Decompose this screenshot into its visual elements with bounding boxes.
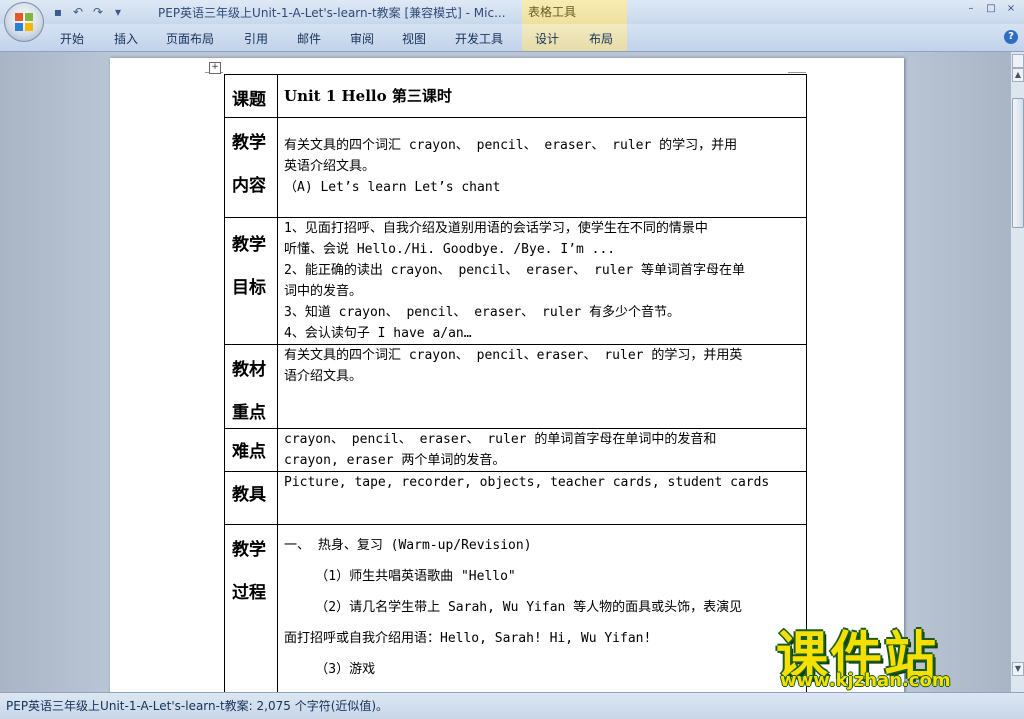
redo-icon[interactable]: ↷ (90, 4, 106, 20)
content-line: 听懂、会说 Hello./Hi. Goodbye. /Bye. I’m ... (284, 242, 616, 257)
vertical-scrollbar[interactable]: ▲ ▼ (1010, 52, 1024, 692)
ruler-toggle-icon[interactable] (1012, 54, 1024, 68)
maximize-button[interactable]: □ (982, 2, 1000, 16)
content-line: 英语介绍文具。 (284, 159, 376, 174)
table-row-materials: 教具 Picture, tape, recorder, objects, tea… (224, 471, 807, 525)
save-icon[interactable]: ▪ (50, 4, 66, 20)
margin-corner-mark (788, 72, 806, 73)
row-header-cell[interactable]: 课题 (224, 74, 278, 118)
topic-line: Unit 1 Hello 第三课时 (284, 87, 452, 105)
quick-access-toolbar: ▪ ↶ ↷ ▾ (50, 4, 126, 20)
tab-review[interactable]: 审阅 (350, 30, 374, 47)
row-content-cell[interactable]: Unit 1 Hello 第三课时 (277, 74, 807, 118)
row-header-cell[interactable]: 教学 内容 (224, 117, 278, 218)
minimize-button[interactable]: – (962, 2, 980, 16)
row-header-label: 目标 (232, 278, 266, 298)
office-logo-icon (15, 13, 33, 31)
content-line: 3、知道 crayon、 pencil、 eraser、 ruler 有多少个音… (284, 305, 680, 320)
content-line: crayon, eraser 两个单词的发音。 (284, 453, 506, 468)
row-header-label: 教学 (232, 540, 266, 560)
row-header-label: 过程 (232, 583, 266, 603)
tab-page-layout[interactable]: 页面布局 (166, 30, 214, 47)
tab-home[interactable]: 开始 (60, 30, 84, 47)
content-line (278, 118, 806, 135)
status-word-count[interactable]: PEP英语三年级上Unit-1-A-Let's-learn-t教案: 2,075… (6, 697, 388, 714)
content-line: 一、 热身、复习 (Warm-up/Revision) (284, 538, 532, 553)
content-line: 4、会认读句子 I have a/an… (284, 326, 472, 341)
window-controls: – □ × (962, 2, 1020, 16)
row-content-cell[interactable]: Picture, tape, recorder, objects, teache… (277, 471, 807, 525)
table-row-difficulties: 难点 crayon、 pencil、 eraser、 ruler 的单词首字母在… (224, 428, 807, 472)
row-content-cell[interactable]: crayon、 pencil、 eraser、 ruler 的单词首字母在单词中… (277, 428, 807, 472)
row-content-cell[interactable]: 有关文具的四个词汇 crayon、 pencil、 eraser、 ruler … (277, 117, 807, 218)
close-button[interactable]: × (1002, 2, 1020, 16)
content-line: Picture, tape, recorder, objects, teache… (284, 475, 770, 490)
table-row-content: 教学 内容 有关文具的四个词汇 crayon、 pencil、 eraser、 … (224, 117, 807, 218)
content-line: 词中的发音。 (284, 284, 363, 299)
table-tools-label: 表格工具 (528, 5, 577, 19)
help-icon[interactable]: ? (1004, 30, 1018, 44)
row-header-label: 教学 (232, 235, 266, 255)
content-line: （A) Let’s learn Let’s chant (284, 180, 501, 195)
ribbon: 开始 插入 页面布局 引用 邮件 审阅 视图 开发工具 设计 布局 ? (0, 24, 1024, 52)
row-content-cell[interactable]: 一、 热身、复习 (Warm-up/Revision) （1）师生共唱英语歌曲 … (277, 524, 807, 717)
row-header-label: 重点 (232, 403, 266, 423)
lesson-plan-table[interactable]: 课题 Unit 1 Hello 第三课时 教学 内容 有关文具的四个词汇 cra… (224, 74, 807, 717)
table-move-handle-icon[interactable]: + (209, 62, 221, 74)
content-line: 语介绍文具。 (284, 369, 363, 384)
content-line: crayon、 pencil、 eraser、 ruler 的单词首字母在单词中… (284, 432, 717, 447)
content-line: 有关文具的四个词汇 crayon、 pencil、 eraser、 ruler … (284, 138, 738, 153)
row-header-cell[interactable]: 教具 (224, 471, 278, 525)
status-bar: PEP英语三年级上Unit-1-A-Let's-learn-t教案: 2,075… (0, 692, 1024, 719)
row-header-cell[interactable]: 教材 重点 (224, 344, 278, 429)
tab-design[interactable]: 设计 (535, 30, 559, 47)
tab-developer[interactable]: 开发工具 (455, 30, 503, 47)
row-header-label: 内容 (232, 176, 266, 196)
title-bar: ▪ ↶ ↷ ▾ 表格工具 PEP英语三年级上Unit-1-A-Let's-lea… (0, 0, 1024, 24)
content-line: （2）请几名学生带上 Sarah, Wu Yifan 等人物的面具或头饰，表演见 (284, 600, 743, 615)
table-row-objectives: 教学 目标 1、见面打招呼、自我介绍及道别用语的会话学习，使学生在不同的情景中 … (224, 217, 807, 345)
content-line: 2、能正确的读出 crayon、 pencil、 eraser、 ruler 等… (284, 263, 745, 278)
window-title: PEP英语三年级上Unit-1-A-Let's-learn-t教案 [兼容模式]… (158, 6, 506, 20)
table-row-topic: 课题 Unit 1 Hello 第三课时 (224, 74, 807, 118)
tab-insert[interactable]: 插入 (114, 30, 138, 47)
row-header-label: 教具 (232, 485, 266, 505)
row-header-label: 课题 (232, 90, 266, 110)
row-header-cell[interactable]: 难点 (224, 428, 278, 472)
row-content-cell[interactable]: 有关文具的四个词汇 crayon、 pencil、eraser、 ruler 的… (277, 344, 807, 429)
tab-mailings[interactable]: 邮件 (297, 30, 321, 47)
tab-view[interactable]: 视图 (402, 30, 426, 47)
row-content-cell[interactable]: 1、见面打招呼、自我介绍及道别用语的会话学习，使学生在不同的情景中 听懂、会说 … (277, 217, 807, 345)
customize-quick-access-icon[interactable]: ▾ (110, 4, 126, 20)
row-header-label: 教学 (232, 133, 266, 153)
scroll-up-button[interactable]: ▲ (1012, 68, 1024, 82)
table-row-procedure: 教学 过程 一、 热身、复习 (Warm-up/Revision) （1）师生共… (224, 524, 807, 717)
watermark-url: www.kjzhan.com (780, 670, 951, 691)
scrollbar-thumb[interactable] (1012, 98, 1024, 228)
tab-references[interactable]: 引用 (244, 30, 268, 47)
row-header-label: 难点 (232, 442, 266, 462)
content-line: 面打招呼或自我介绍用语：Hello, Sarah! Hi, Wu Yifan! (284, 631, 652, 646)
site-watermark: 课件站 www.kjzhan.com (776, 614, 1020, 694)
content-line: （1）师生共唱英语歌曲 "Hello" (284, 569, 516, 584)
row-header-cell[interactable]: 教学 目标 (224, 217, 278, 345)
table-row-key-points: 教材 重点 有关文具的四个词汇 crayon、 pencil、eraser、 r… (224, 344, 807, 429)
row-header-label: 教材 (232, 360, 266, 380)
undo-icon[interactable]: ↶ (70, 4, 86, 20)
tab-layout[interactable]: 布局 (589, 30, 613, 47)
content-line: 1、见面打招呼、自我介绍及道别用语的会话学习，使学生在不同的情景中 (284, 221, 708, 236)
office-button[interactable] (4, 2, 44, 42)
content-line: （3）游戏 (284, 662, 376, 677)
content-line: 有关文具的四个词汇 crayon、 pencil、eraser、 ruler 的… (284, 348, 743, 363)
row-header-cell[interactable]: 教学 过程 (224, 524, 278, 717)
